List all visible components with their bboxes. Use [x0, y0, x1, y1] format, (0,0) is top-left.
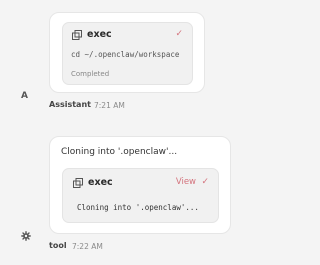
assistant-message-card: exec ✓ cd ~/.openclaw/workspace Complete…: [49, 12, 205, 93]
timestamp: 7:22 AM: [72, 242, 103, 251]
tool-icon: [73, 178, 83, 188]
tool-output: Cloning into '.openclaw'...: [77, 203, 199, 212]
sender-name: tool: [49, 241, 67, 250]
tool-name: exec: [87, 29, 112, 40]
tool-icon: [72, 30, 82, 40]
tool-call-box[interactable]: exec ✓ cd ~/.openclaw/workspace Complete…: [62, 22, 193, 85]
check-icon: ✓: [175, 29, 183, 39]
tool-output-box[interactable]: exec View ✓ Cloning into '.openclaw'...: [62, 168, 219, 223]
tool-message-card: Cloning into '.openclaw'... exec View ✓ …: [49, 136, 231, 234]
gear-icon: [21, 231, 31, 241]
tool-status: Completed: [71, 70, 110, 78]
tool-command: cd ~/.openclaw/workspace: [71, 50, 180, 59]
timestamp: 7:21 AM: [94, 101, 125, 110]
message-text: Cloning into '.openclaw'...: [61, 147, 178, 157]
assistant-avatar: A: [21, 91, 28, 101]
view-button[interactable]: View: [176, 177, 196, 187]
tool-name: exec: [88, 177, 113, 188]
sender-name: Assistant: [49, 100, 91, 109]
chat-thread: exec ✓ cd ~/.openclaw/workspace Complete…: [0, 0, 289, 265]
check-icon: ✓: [201, 177, 209, 187]
